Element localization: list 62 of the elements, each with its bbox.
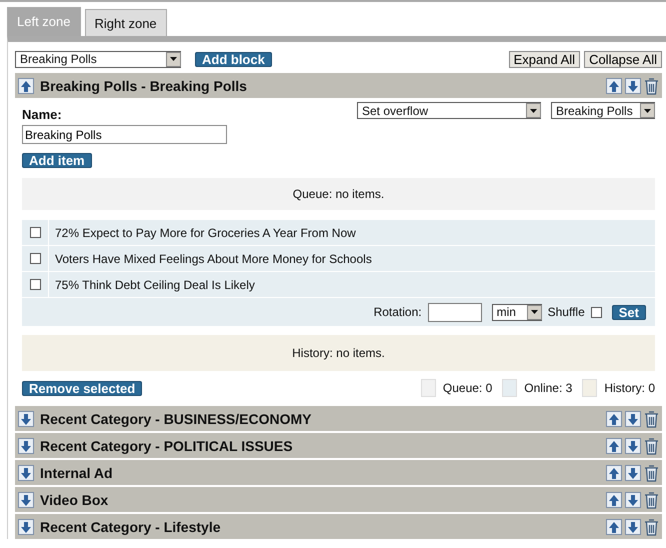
checkbox[interactable] <box>30 253 40 264</box>
caret-icon[interactable] <box>526 103 541 118</box>
legend-label: History: 0 <box>604 381 655 395</box>
caret-icon[interactable] <box>166 52 181 66</box>
dropdown[interactable]: min <box>492 304 542 320</box>
expand-all-button[interactable]: Expand All <box>508 50 580 68</box>
move-up-icon[interactable] <box>606 492 622 508</box>
move-down-icon[interactable] <box>625 492 641 508</box>
trash-icon[interactable] <box>644 490 659 508</box>
expand-icon[interactable] <box>18 410 34 426</box>
move-down-icon[interactable] <box>625 518 641 534</box>
rotation-field[interactable] <box>428 302 482 322</box>
field-label: Shuffle <box>548 305 585 319</box>
collapse-all-button[interactable]: Collapse All <box>584 50 662 68</box>
add-block-button[interactable]: Add block <box>195 52 272 66</box>
block-title: Video Box <box>40 492 110 508</box>
move-up-icon[interactable] <box>606 464 622 480</box>
trash-icon[interactable] <box>644 410 659 428</box>
name-field[interactable]: Breaking Polls <box>22 125 227 144</box>
trash-icon[interactable] <box>644 464 659 482</box>
field-label: Name: <box>22 107 63 122</box>
dropdown[interactable]: Breaking Polls <box>15 50 181 68</box>
block-title: Recent Category - POLITICAL ISSUES <box>40 438 294 454</box>
expand-icon[interactable] <box>18 438 34 454</box>
add-item-button[interactable]: Add item <box>22 153 92 168</box>
item-title: 75% Think Debt Ceiling Deal Is Likely <box>54 278 255 292</box>
remove-selected-button[interactable]: Remove selected <box>22 380 142 396</box>
move-up-icon[interactable] <box>606 410 622 426</box>
trash-icon[interactable] <box>644 76 659 94</box>
item-title: Voters Have Mixed Feelings About More Money for Schools <box>54 252 372 266</box>
checkbox[interactable] <box>590 306 602 318</box>
tab[interactable]: Right zone <box>84 9 167 36</box>
item-title: 72% Expect to Pay More for Groceries A Year From Now <box>54 226 356 240</box>
queue-status: Queue: no items. <box>22 178 655 210</box>
checkbox[interactable] <box>30 227 40 238</box>
caret-icon[interactable] <box>526 304 542 320</box>
move-down-icon[interactable] <box>625 464 641 480</box>
move-up-icon[interactable] <box>606 518 622 534</box>
move-down-icon[interactable] <box>625 438 641 454</box>
field-label: Rotation: <box>374 305 422 319</box>
caret-icon[interactable] <box>640 103 655 118</box>
expand-icon[interactable] <box>18 518 34 534</box>
legend-label: Online: 3 <box>524 381 572 395</box>
checkbox[interactable] <box>30 279 40 290</box>
history-status: History: no items. <box>22 335 655 371</box>
dropdown[interactable]: Set overflow <box>357 102 541 119</box>
trash-icon[interactable] <box>644 436 659 454</box>
set-button[interactable]: Set <box>612 304 646 320</box>
block-title: Recent Category - Lifestyle <box>40 518 222 534</box>
move-up-icon[interactable] <box>606 438 622 454</box>
move-down-icon[interactable] <box>625 410 641 426</box>
block-title: Breaking Polls - Breaking Polls <box>40 78 248 94</box>
move-up-icon[interactable] <box>606 78 622 94</box>
move-down-icon[interactable] <box>625 78 641 94</box>
dropdown[interactable]: Breaking Polls <box>551 102 655 119</box>
block-title: Internal Ad <box>40 464 114 480</box>
block-title: Recent Category - BUSINESS/ECONOMY <box>40 410 312 426</box>
expand-icon[interactable] <box>18 492 34 508</box>
legend-label: Queue: 0 <box>442 381 492 395</box>
trash-icon[interactable] <box>644 518 659 536</box>
collapse-icon[interactable] <box>18 78 34 94</box>
expand-icon[interactable] <box>18 464 34 480</box>
